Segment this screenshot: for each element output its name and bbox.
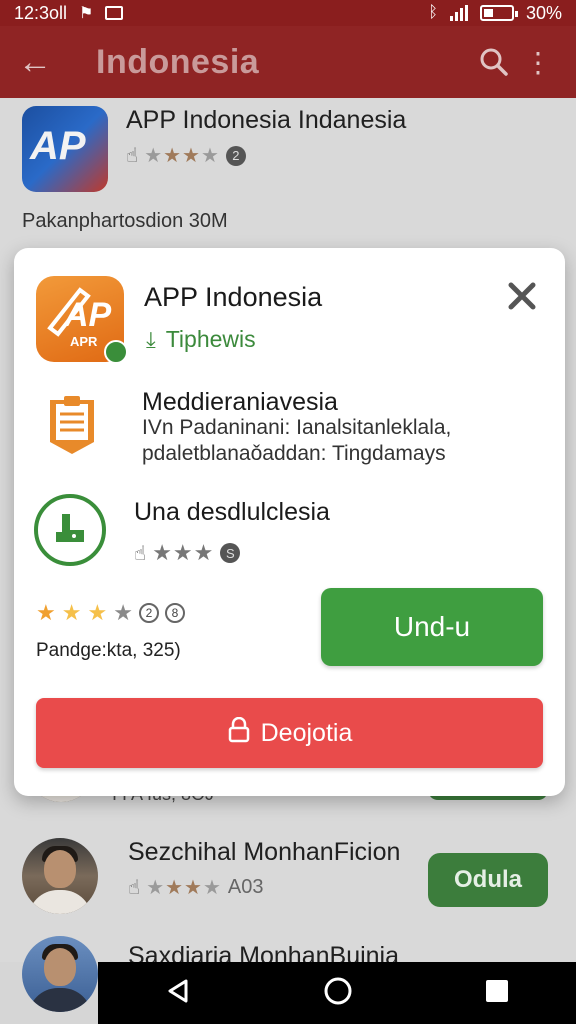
app-icon-subtext: APR [70,334,98,349]
rating-stars: ★★★★ [146,877,222,899]
get-button[interactable]: Odula [428,853,548,907]
app-icon-text: AP [30,124,86,168]
image-icon [105,6,124,20]
feature-title: Una desdlulclesia [134,498,330,526]
feature-rating: ☝ ★★★ S [134,540,241,566]
download-icon: ⤓ [146,326,156,352]
notification-icon: ⚑ [79,5,94,22]
nav-back-icon[interactable] [164,977,192,1010]
rating-stars: ★★★ [152,540,215,565]
dialog-app-subtitle: ⤓ Tiphewis [146,326,256,353]
search-icon[interactable] [470,47,518,77]
star-icon: ★ [113,600,133,625]
star-icon: ★ [36,600,56,625]
page-title: Indonesia [96,42,260,81]
app-icon-text: AP [64,296,112,334]
status-time: 12:3oll [14,2,68,23]
deposit-button[interactable]: Deojotia [36,698,543,768]
list-item-rating: ☝ ★★★★ 2 [126,143,406,168]
avatar [22,936,98,1012]
more-vert-icon[interactable]: ⋮ [518,46,558,79]
signal-icon [449,5,468,21]
star-icon: ★ [87,600,108,625]
document-icon [44,390,100,458]
deposit-button-label: Deojotia [260,718,353,747]
description-line: IVn Padaninani: Ianalsitanleklala, [142,416,452,439]
list-item-title: Sezchihal MonhanFicion [128,838,401,866]
dialog-app-title: APP Indonesia [144,282,323,312]
bluetooth-icon: ᛒ [428,4,438,21]
status-bar: 12:3oll ⚑ ᛒ 30% [0,0,576,26]
dialog-meta: Pandge:kta, 325) [36,640,181,661]
dialog-app-subtitle-text: Tiphewis [165,326,256,352]
app-detail-dialog: AP APR APP Indonesia ⤓ Tiphewis Meddiera… [14,248,565,796]
description-title: Meddieraniavesia [142,388,338,416]
hand-pointer-icon [34,494,106,566]
list-caption: Pakanphartosdion 30M [22,210,228,232]
list-item-count: A03 [227,876,264,898]
verified-badge [104,340,128,364]
back-arrow-icon[interactable]: ← [18,43,78,82]
list-item-title: APP Indonesia Indanesia [126,106,407,134]
battery-icon [479,5,518,21]
nav-recents-icon[interactable] [484,978,510,1009]
list-item[interactable]: AP APP Indonesia Indanesia ☝ ★★★★ 2 [22,106,406,192]
list-item[interactable]: Sezchihal MonhanFicion ☝ ★★★★ A03 [22,838,400,914]
nav-home-icon[interactable] [323,976,353,1011]
app-icon: AP APR [36,276,128,364]
info-badge: 8 [164,603,185,623]
lock-icon [227,716,251,750]
app-bar: ← Indonesia ⋮ [0,26,576,98]
avatar [22,838,98,914]
download-button[interactable]: Und-u [321,588,543,666]
description-line: pdaletblanaǒaddan: Tingdamays [142,442,446,465]
info-badge: S [220,543,241,563]
battery-percent: 30% [525,2,562,23]
hand-pointer-icon: ☝ [128,877,141,899]
list-item-rating: ☝ ★★★★ A03 [128,875,400,900]
close-icon[interactable] [504,278,540,314]
rating-stars: ★★★★ [144,145,220,167]
star-icon: ★ [61,600,82,625]
hand-pointer-icon: ☝ [134,542,147,565]
app-icon: AP [22,106,108,192]
rating-row: ★ ★ ★ ★ 2 8 [36,600,185,626]
hand-pointer-icon: ☝ [126,145,139,167]
info-badge: 2 [138,603,159,623]
info-badge: 2 [225,145,246,166]
system-nav-bar [98,962,576,1024]
